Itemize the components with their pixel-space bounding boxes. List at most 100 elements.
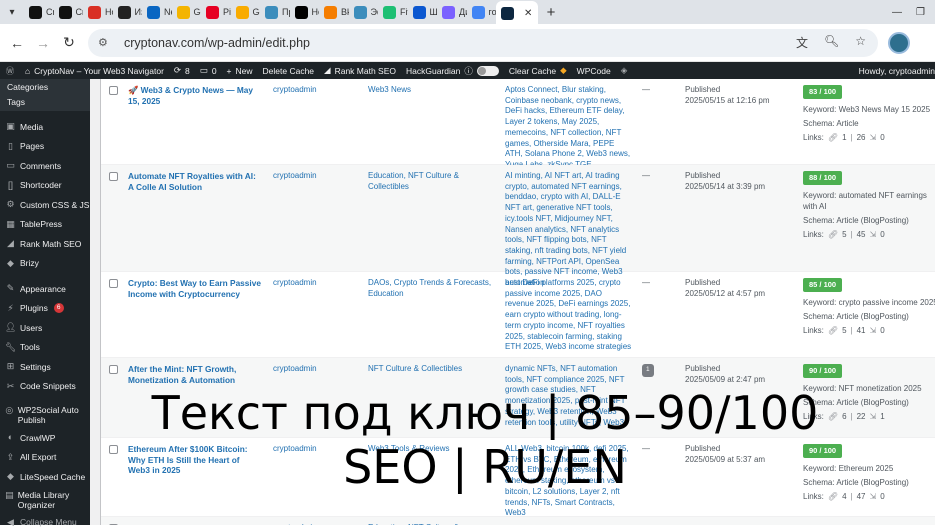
post-categories[interactable]: Web3 Tools & Reviews [368,444,498,455]
rank-math-link[interactable]: ◢Rank Math SEO [319,65,401,76]
post-select-checkbox[interactable] [109,445,118,454]
post-author-link[interactable]: cryptoadmin [273,364,353,375]
post-comments[interactable]: — [642,171,662,182]
post-author-link[interactable]: cryptoadmin [273,444,353,455]
post-title-link[interactable]: 🚀 Web3 & Crypto News — May 15, 2025 [128,85,263,106]
wpcode-diamond-icon[interactable]: ◈ [616,65,633,76]
sidebar-item-users[interactable]: 👤︎Users [0,318,90,338]
new-content-link[interactable]: +New [222,66,258,76]
sidebar-item-settings[interactable]: ⊞Settings [0,357,90,377]
post-select-checkbox[interactable] [109,86,118,95]
delete-cache-link[interactable]: Delete Cache [258,66,320,76]
post-author-link[interactable]: cryptoadmin [273,171,353,182]
back-icon[interactable]: ← [4,35,30,51]
post-comments[interactable]: 1 [642,364,662,377]
clear-cache-link[interactable]: Clear Cache◆ [504,65,572,76]
post-author-link[interactable]: cryptoadmin [273,278,353,289]
sidebar-collapse-menu[interactable]: ◀Collapse Menu [0,513,90,532]
sidebar-item-all-export[interactable]: ⇪All Export [0,448,90,468]
post-tags[interactable]: Aptos Connect, Blur staking, Coinbase ne… [505,85,633,171]
browser-tab[interactable]: Go [231,1,261,23]
browser-tab[interactable]: Cre [54,1,84,23]
reload-icon[interactable]: ↻ [56,34,82,51]
sidebar-item-appearance[interactable]: ✎Appearance [0,279,90,299]
hackguardian-toggle[interactable] [477,66,499,76]
post-select-checkbox[interactable] [109,279,118,288]
post-title-link[interactable]: Ethereum After $100K Bitcoin: Why ETH Is… [128,444,263,476]
browser-tab[interactable]: Fiv [378,1,408,23]
browser-tab[interactable]: Cre [24,1,54,23]
new-tab-button[interactable]: + [538,4,564,21]
browser-tab[interactable]: ✕ [496,1,538,25]
tab-search-icon[interactable]: ▾ [0,0,24,24]
sidebar-item-rank-math[interactable]: ◢Rank Math SEO [0,234,90,254]
sidebar-item-litespeed[interactable]: ◆LiteSpeed Cache [0,467,90,487]
sidebar-item-comments[interactable]: ▭Comments [0,156,90,176]
profile-avatar[interactable] [888,32,910,54]
post-categories[interactable]: NFT Culture & Collectibles [368,364,498,375]
howdy-user-menu[interactable]: Howdy, cryptoadmin [854,66,935,76]
comment-count[interactable]: 1 [642,364,654,377]
sidebar-item-tools[interactable]: 🔧︎Tools [0,338,90,358]
post-title-link[interactable]: After the Mint: NFT Growth, Monetization… [128,364,263,385]
post-tags[interactable]: dynamic NFTs, NFT automation tools, NFT … [505,364,633,428]
browser-tab[interactable]: Вk [319,1,349,23]
comments-link[interactable]: ▭0 [195,65,222,76]
comment-count[interactable]: — [642,171,650,180]
browser-tab[interactable]: Ди [437,1,467,23]
browser-tab[interactable]: Эф [349,1,379,23]
zoom-icon[interactable]: 🔍︎ [824,34,839,51]
sidebar-item-plugins[interactable]: ⚡Plugins6 [0,299,90,319]
sidebar-sub-categories[interactable]: Categories [0,79,90,95]
post-comments[interactable]: — [642,85,662,96]
address-bar[interactable]: ⚙ cryptonav.com/wp-admin/edit.php 文 🔍︎ ☆ [88,29,878,57]
close-tab-icon[interactable]: ✕ [524,8,532,19]
comment-count[interactable]: — [642,85,650,94]
post-title-link[interactable]: Crypto: Best Way to Earn Passive Income … [128,278,263,299]
browser-tab[interactable]: Из [113,1,143,23]
post-tags[interactable]: best DeFi platforms 2025, crypto passive… [505,278,633,353]
browser-tab[interactable]: Go [172,1,202,23]
post-comments[interactable]: — [642,278,662,289]
post-title-link[interactable]: Automate NFT Royalties with AI: A Colle … [128,171,263,192]
sidebar-item-media[interactable]: ▣Media [0,117,90,137]
sidebar-sub-tags[interactable]: Tags [0,95,90,111]
post-select-checkbox[interactable] [109,172,118,181]
sidebar-item-pages[interactable]: ▯Pages [0,137,90,157]
post-categories[interactable]: Education, NFT Culture & Collectibles [368,171,498,192]
post-tags[interactable]: ALL Web3, bitcoin 100k, defi 2025, ETH v… [505,444,633,519]
browser-tab[interactable]: Но [83,1,113,23]
sidebar-item-tablepress[interactable]: ▦TablePress [0,215,90,235]
sidebar-item-crawlwp[interactable]: ◐CrawlWP [0,428,90,448]
browser-tab[interactable]: Pin [201,1,231,23]
wordpress-logo-icon[interactable]: Ⓦ [0,65,20,77]
post-select-checkbox[interactable] [109,365,118,374]
sidebar-item-brizy[interactable]: ◆Brizy [0,254,90,274]
site-name-link[interactable]: ⌂CryptoNav – Your Web3 Navigator [20,66,169,76]
minimize-icon[interactable]: — [892,7,902,18]
post-comments[interactable]: — [642,444,662,455]
post-author-link[interactable]: cryptoadmin [273,85,353,96]
browser-tab[interactable]: Но [290,1,320,23]
site-info-icon[interactable]: ⚙ [98,36,114,49]
wpcode-link[interactable]: WPCode [572,66,616,76]
browser-tab[interactable]: Ne [142,1,172,23]
post-categories[interactable]: Web3 News [368,85,498,96]
sidebar-item-shortcoder[interactable]: []Shortcoder [0,176,90,196]
updates-link[interactable]: ⟳8 [169,65,195,76]
translate-icon[interactable]: 文 [796,34,808,51]
comment-count[interactable]: — [642,278,650,287]
comment-count[interactable]: — [642,444,650,453]
forward-icon[interactable]: → [30,35,56,51]
post-categories[interactable]: DAOs, Crypto Trends & Forecasts, Educati… [368,278,498,299]
sidebar-item-custom-css[interactable]: ⚙Custom CSS & JS [0,195,90,215]
browser-tab[interactable]: Пр [260,1,290,23]
bookmark-star-icon[interactable]: ☆ [855,34,866,51]
browser-tab[interactable]: гор [467,1,497,23]
hackguardian-link[interactable]: HackGuardianⓘ [401,65,504,77]
restore-icon[interactable]: ❐ [916,7,925,18]
sidebar-item-wp2social[interactable]: ◎WP2Social Auto Publish [0,402,90,428]
sidebar-item-media-library[interactable]: ▤Media Library Organizer [0,487,90,513]
sidebar-item-code-snippets[interactable]: ✂Code Snippets [0,377,90,397]
browser-tab[interactable]: Ш [408,1,438,23]
